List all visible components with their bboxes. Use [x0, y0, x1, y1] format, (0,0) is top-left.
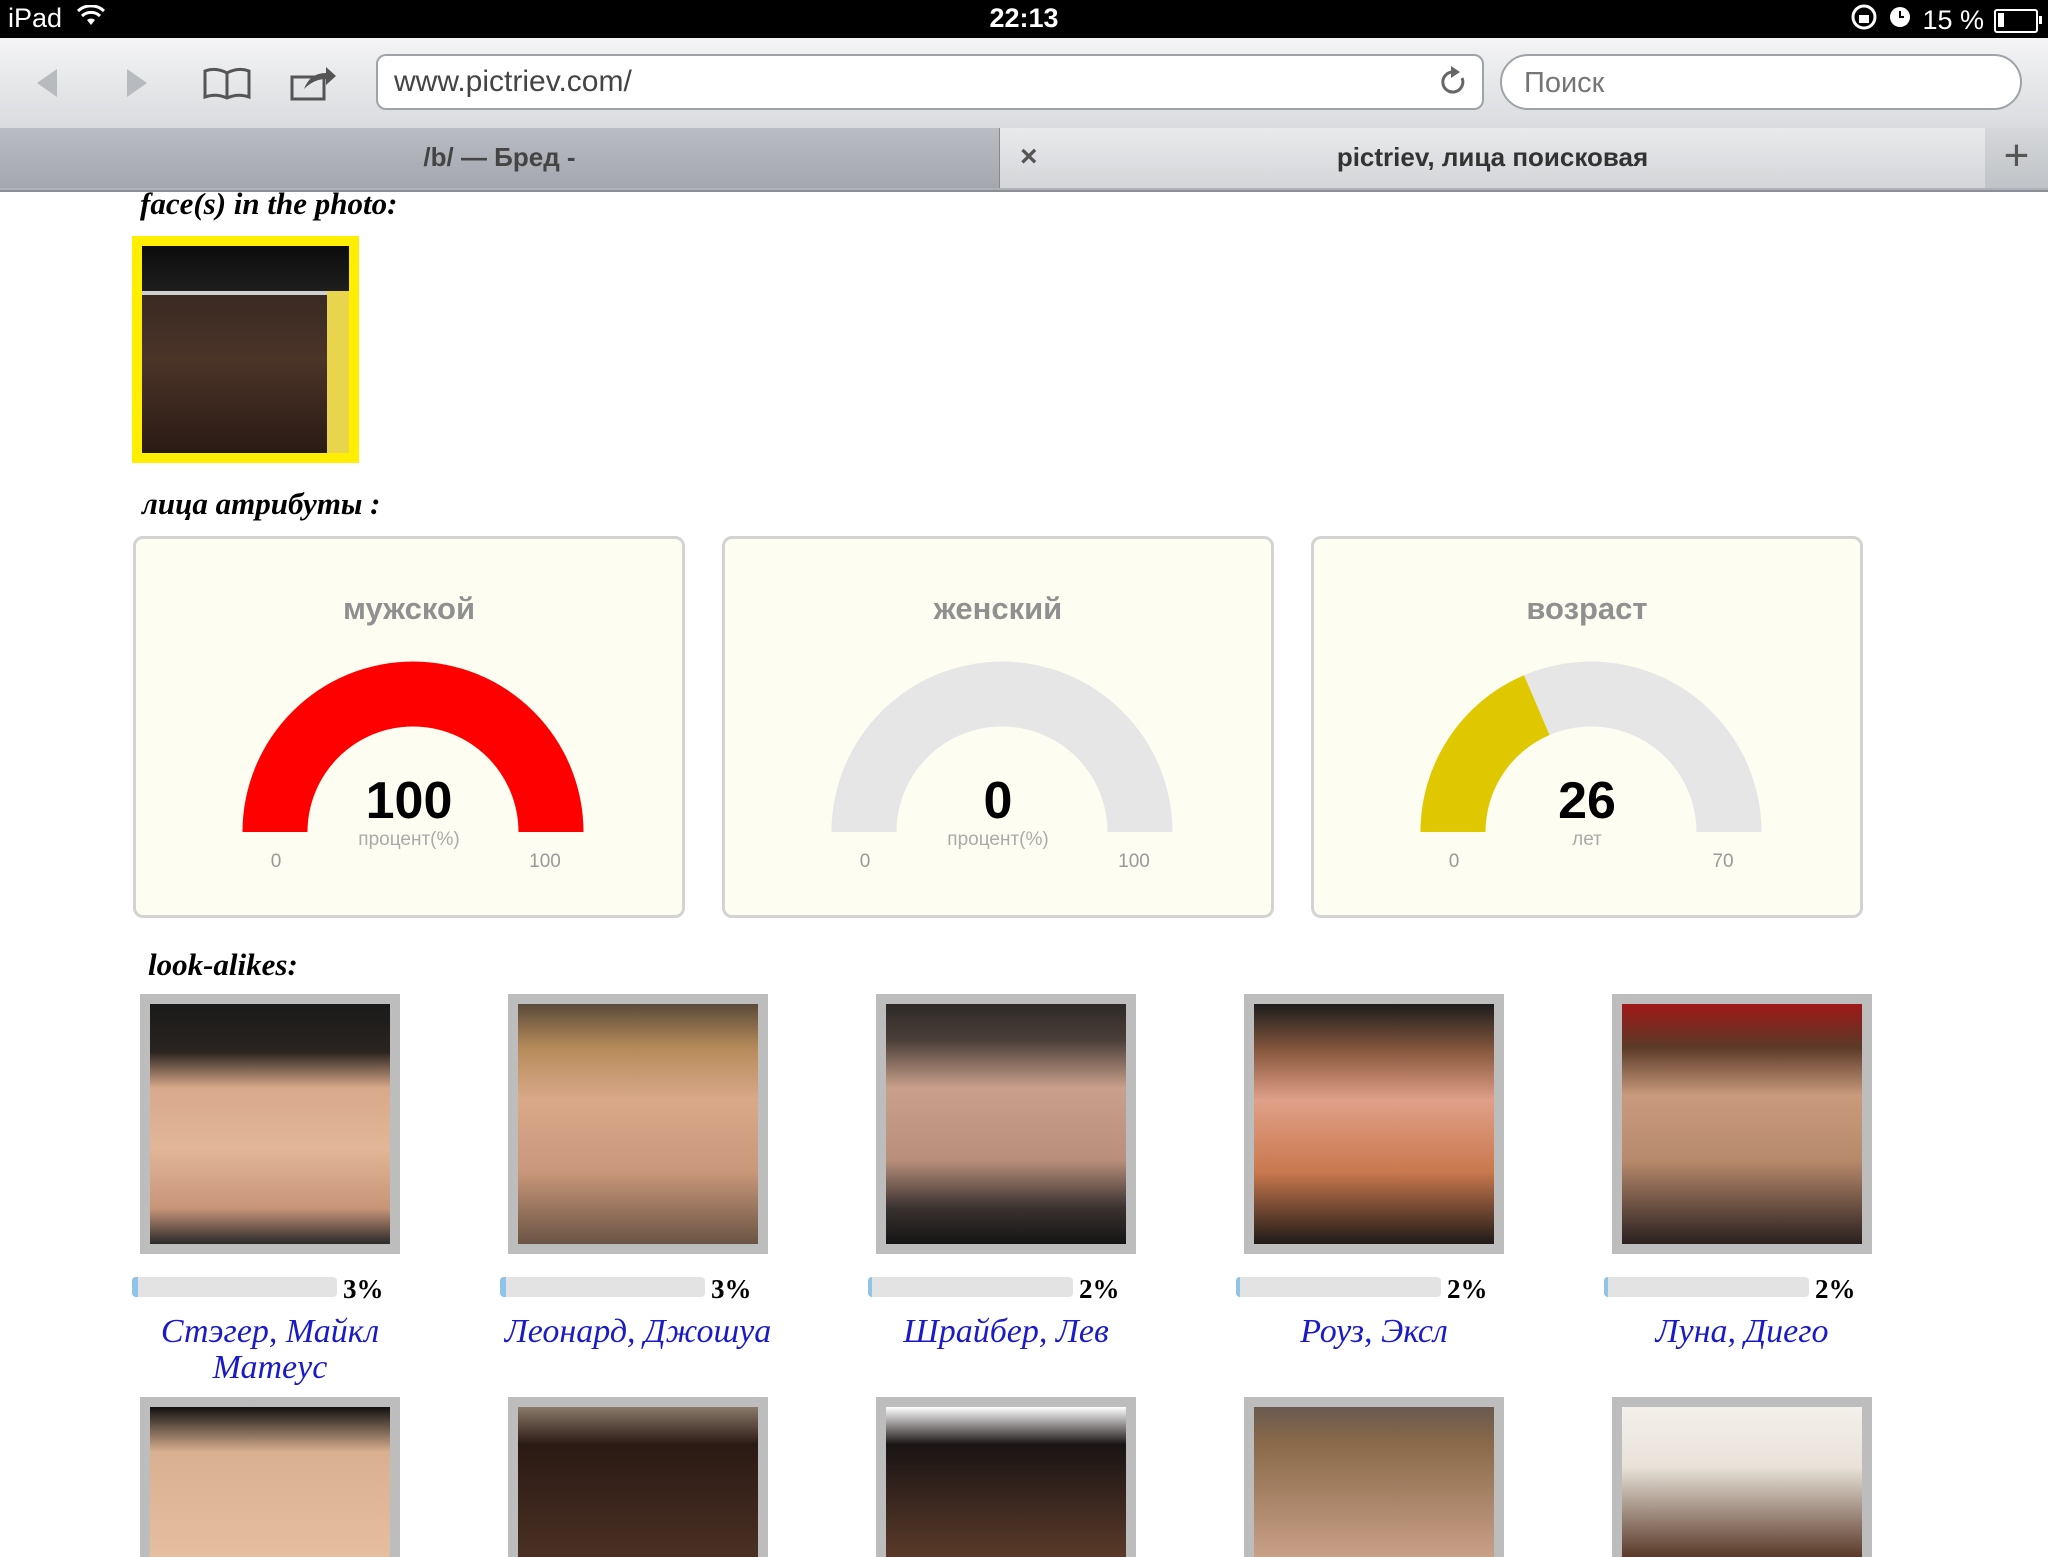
lookalike-photo	[518, 1407, 758, 1557]
lookalike-photo	[1622, 1004, 1862, 1244]
face-image	[142, 246, 349, 453]
tab-label: /b/ — Бред -	[423, 142, 576, 172]
battery-icon	[1994, 8, 2042, 33]
lookalike-photo-frame[interactable]	[1612, 994, 1872, 1254]
search-input[interactable]	[1522, 66, 1986, 101]
new-tab-button[interactable]: +	[1985, 128, 2048, 188]
lookalike-photo-frame[interactable]	[508, 1397, 768, 1557]
faces-heading: face(s) in the photo:	[140, 186, 398, 221]
similarity-bar	[868, 1277, 1073, 1297]
share-icon	[290, 67, 336, 101]
similarity-bar	[1236, 1277, 1441, 1297]
similarity-bar	[132, 1277, 337, 1297]
similarity-bar-fill	[500, 1277, 507, 1297]
status-bar: iPad 22:13 15 %	[0, 0, 2048, 38]
gauge-arc	[831, 661, 1173, 832]
gauge-arc	[242, 661, 584, 832]
similarity-bar-fill	[1236, 1277, 1241, 1297]
lookalike-photo-frame[interactable]	[876, 1397, 1136, 1557]
lookalike-name-link[interactable]: Роуз, Эксл	[1236, 1314, 1512, 1350]
lookalike-name-link[interactable]: Леонард, Джошуа	[500, 1314, 776, 1350]
book-icon	[203, 67, 251, 100]
gauge-min: 0	[1448, 851, 1460, 872]
close-tab-icon[interactable]: ×	[1020, 128, 1038, 186]
lookalike-photo-frame[interactable]	[1612, 1397, 1872, 1557]
gauge-value: 100	[365, 772, 453, 830]
share-button[interactable]	[288, 58, 338, 108]
lookalike-photo-frame[interactable]	[140, 994, 400, 1254]
gauge-value: 26	[1558, 772, 1616, 830]
gauge-min: 0	[270, 851, 282, 872]
forward-button[interactable]	[112, 58, 162, 108]
similarity-percent: 2%	[1815, 1274, 1856, 1304]
similarity-percent: 2%	[1447, 1274, 1488, 1304]
lookalikes-heading: look-alikes:	[148, 947, 298, 982]
tab-bar: /b/ — Бред - × pictriev, лица поисковая …	[0, 128, 2048, 192]
tab-label: pictriev, лица поисковая	[1336, 142, 1649, 172]
lookalike-photo	[150, 1004, 390, 1244]
lookalike-photo	[1254, 1004, 1494, 1244]
gauge-value: 0	[983, 772, 1013, 830]
gauge-max: 70	[1712, 851, 1734, 872]
gauge-age: возраст 26 лет 0 70	[1311, 536, 1863, 918]
search-bar[interactable]	[1500, 54, 2022, 110]
lookalike-photo	[886, 1407, 1126, 1557]
lookalike-name-link[interactable]: Шрайбер, Лев	[868, 1314, 1144, 1350]
attributes-heading: лица атрибуты :	[142, 486, 381, 521]
gauge-unit: процент(%)	[358, 829, 460, 850]
url-text: www.pictriev.com/	[394, 65, 632, 98]
back-arrow-icon	[37, 69, 57, 97]
gauge-unit: лет	[1572, 829, 1602, 850]
gauge-male: мужской 100 процент(%) 0 100	[133, 536, 685, 918]
lookalike-photo	[150, 1407, 390, 1557]
address-bar[interactable]: www.pictriev.com/	[376, 54, 1484, 110]
gauge-min: 0	[859, 851, 871, 872]
gauge-female: женский 0 процент(%) 0 100	[722, 536, 1274, 918]
lookalike-name-link[interactable]: Стэгер, Майкл Матеус	[132, 1314, 408, 1386]
gauge-unit: процент(%)	[947, 829, 1049, 850]
lookalike-name-link[interactable]: Луна, Диего	[1604, 1314, 1880, 1350]
browser-toolbar: www.pictriev.com/	[0, 38, 2048, 129]
gauge-arc	[1420, 661, 1762, 832]
lookalike-photo-frame[interactable]	[876, 994, 1136, 1254]
clock: 22:13	[989, 3, 1059, 33]
similarity-bar	[1604, 1277, 1809, 1297]
lookalike-photo	[886, 1004, 1126, 1244]
alarm-icon	[1888, 5, 1912, 36]
rotation-lock-icon	[1850, 3, 1878, 38]
battery-percent: 15 %	[1922, 5, 1984, 35]
similarity-bar	[500, 1277, 705, 1297]
similarity-bar-fill	[132, 1277, 139, 1297]
reload-icon[interactable]	[1436, 56, 1470, 123]
lookalike-photo-frame[interactable]	[1244, 1397, 1504, 1557]
lookalike-photo-frame[interactable]	[140, 1397, 400, 1557]
similarity-bar-fill	[868, 1277, 873, 1297]
back-button[interactable]	[22, 58, 72, 108]
bookmarks-button[interactable]	[202, 58, 252, 108]
lookalike-photo	[1254, 1407, 1494, 1557]
detected-face-thumbnail[interactable]	[132, 236, 359, 463]
forward-arrow-icon	[127, 69, 147, 97]
similarity-bar-fill	[1604, 1277, 1609, 1297]
tab-pictriev[interactable]: × pictriev, лица поисковая	[1000, 128, 1985, 188]
similarity-percent: 2%	[1079, 1274, 1120, 1304]
similarity-percent: 3%	[343, 1274, 384, 1304]
lookalike-photo	[1622, 1407, 1862, 1557]
similarity-percent: 3%	[711, 1274, 752, 1304]
gauge-max: 100	[1118, 851, 1150, 872]
lookalike-photo-frame[interactable]	[1244, 994, 1504, 1254]
lookalike-photo-frame[interactable]	[508, 994, 768, 1254]
gauge-max: 100	[529, 851, 561, 872]
lookalike-photo	[518, 1004, 758, 1244]
tab-bred[interactable]: /b/ — Бред -	[0, 128, 1000, 188]
